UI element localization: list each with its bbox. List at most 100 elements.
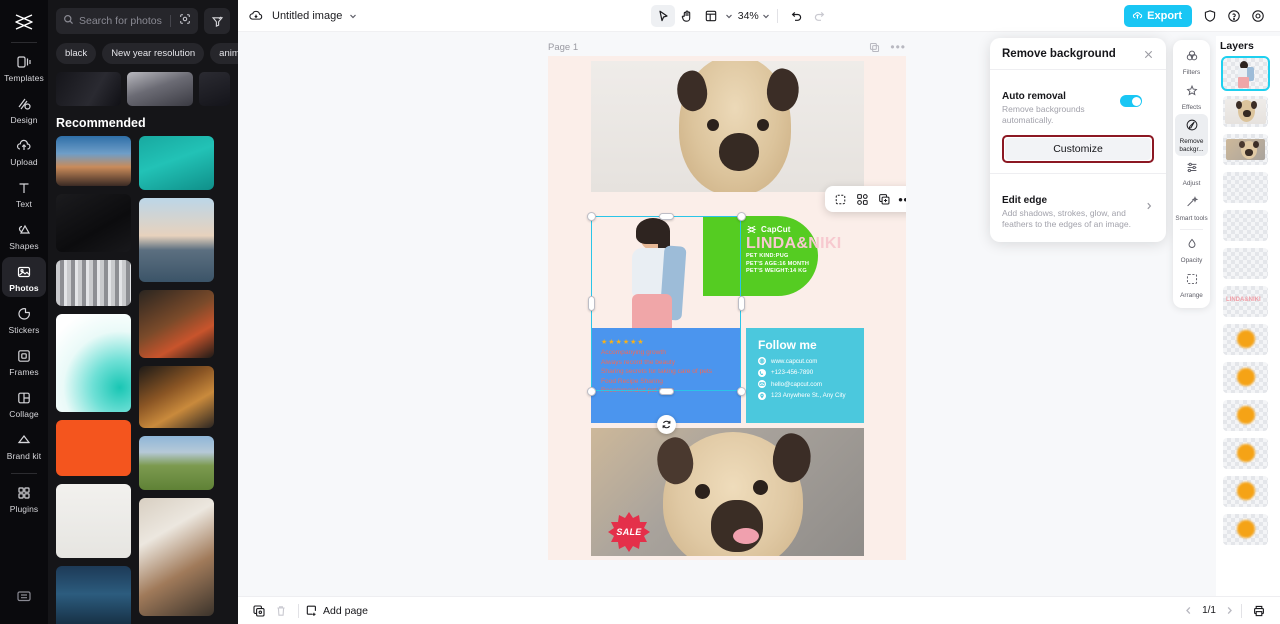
- print-button[interactable]: [1248, 601, 1270, 621]
- layer-thumb-sun-2[interactable]: [1223, 362, 1268, 393]
- sidebar-item-templates[interactable]: Templates: [2, 47, 46, 87]
- add-page-button[interactable]: Add page: [305, 604, 368, 617]
- artwork-blue-block[interactable]: ★★★★★★ Accompanying growth Always record…: [591, 328, 741, 423]
- sidebar-item-collage[interactable]: Collage: [2, 383, 46, 423]
- layer-thumb-sun-6[interactable]: [1223, 514, 1268, 545]
- duplicate-page-button[interactable]: [248, 601, 270, 621]
- prev-page-button[interactable]: [1183, 605, 1194, 616]
- sidebar-item-brand-kit[interactable]: Brand kit: [2, 425, 46, 465]
- more-horizontal-icon[interactable]: •••: [890, 41, 906, 53]
- photo-thumb-fried-chicken[interactable]: [139, 366, 214, 428]
- next-page-button[interactable]: [1224, 605, 1235, 616]
- photo-thumb-city-sunset[interactable]: [56, 136, 131, 186]
- layer-thumb-sun-3[interactable]: [1223, 400, 1268, 431]
- cloud-sync-icon[interactable]: [248, 8, 264, 24]
- filter-icon[interactable]: [204, 8, 230, 34]
- photo-thumb-metal-cans[interactable]: [56, 260, 131, 306]
- strip-thumb[interactable]: [56, 72, 122, 106]
- photo-thumb-coast-night[interactable]: [56, 566, 131, 624]
- export-button[interactable]: Export: [1124, 4, 1192, 27]
- photo-thumb-skyline[interactable]: [139, 198, 214, 282]
- element-float-toolbar[interactable]: •••: [825, 186, 906, 212]
- zoom-chevron-down-icon[interactable]: [761, 11, 771, 21]
- tool-effects[interactable]: Effects: [1175, 80, 1208, 115]
- photo-thumb-dark-texture[interactable]: [56, 194, 131, 252]
- layout-tool[interactable]: [699, 5, 723, 27]
- sidebar-item-plugins[interactable]: Plugins: [2, 478, 46, 518]
- help-icon[interactable]: [1222, 5, 1246, 27]
- resize-handle-top-left[interactable]: [586, 211, 596, 221]
- photo-thumb-landscape[interactable]: [139, 436, 214, 490]
- design-page[interactable]: CapCut LINDA&NIKI PET KIND:PUG PET'S AGE…: [548, 56, 906, 560]
- layer-thumb-pug-1[interactable]: [1223, 96, 1268, 127]
- photo-thumb-meat-dish[interactable]: [139, 498, 214, 616]
- layer-thumb-text-linda[interactable]: LINDA&NIKI: [1223, 286, 1268, 317]
- strip-thumb[interactable]: [198, 72, 230, 106]
- resize-handle-right-center[interactable]: [737, 296, 745, 311]
- sidebar-item-text[interactable]: Text: [2, 173, 46, 213]
- photo-thumb-white-texture[interactable]: [56, 484, 131, 558]
- tool-opacity[interactable]: Opacity: [1175, 233, 1208, 268]
- select-tool[interactable]: [650, 4, 675, 27]
- tool-arrange[interactable]: Arrange: [1175, 268, 1208, 303]
- auto-removal-title: Auto removal: [1002, 91, 1066, 102]
- auto-removal-toggle[interactable]: [1120, 95, 1142, 107]
- sidebar-item-photos[interactable]: Photos: [2, 257, 46, 297]
- customize-button[interactable]: Customize: [1005, 138, 1151, 160]
- undo-button[interactable]: [784, 5, 808, 27]
- photo-thumb-teal-abstract[interactable]: [56, 314, 131, 412]
- keyboard-shortcuts-icon[interactable]: [15, 587, 33, 610]
- visual-search-icon[interactable]: [179, 12, 191, 30]
- settings-icon[interactable]: [1246, 5, 1270, 27]
- redo-button[interactable]: [808, 5, 832, 27]
- layout-chevron-down-icon[interactable]: [724, 11, 734, 21]
- duplicate-icon[interactable]: [874, 189, 894, 209]
- more-horizontal-icon[interactable]: •••: [896, 189, 906, 209]
- search-input[interactable]: Search for photos: [56, 8, 198, 34]
- document-title[interactable]: Untitled image: [272, 10, 342, 22]
- photo-thumb-orange[interactable]: [56, 420, 131, 476]
- delete-page-button[interactable]: [270, 601, 292, 621]
- duplicate-page-icon[interactable]: [869, 42, 880, 53]
- artwork-contact-website: www.capcut.com: [758, 357, 864, 365]
- sidebar-item-shapes[interactable]: Shapes: [2, 215, 46, 255]
- chip-anim[interactable]: anim: [210, 43, 238, 64]
- tool-adjust[interactable]: Adjust: [1175, 156, 1208, 191]
- tool-remove-background[interactable]: Remove backgr...: [1175, 114, 1208, 156]
- close-icon[interactable]: [1143, 49, 1154, 60]
- zoom-level[interactable]: 34%: [738, 10, 759, 22]
- artwork-green-banner[interactable]: CapCut LINDA&NIKI PET KIND:PUG PET'S AGE…: [703, 216, 841, 296]
- chip-black[interactable]: black: [56, 43, 97, 64]
- artwork-cyan-block[interactable]: Follow me www.capcut.com +123-456-7890 h…: [746, 328, 864, 423]
- sidebar-item-stickers[interactable]: Stickers: [2, 299, 46, 339]
- tool-filters[interactable]: Filters: [1175, 45, 1208, 80]
- layer-thumb-sun-5[interactable]: [1223, 476, 1268, 507]
- crop-icon[interactable]: [830, 189, 850, 209]
- artwork-pug-photo-top[interactable]: [591, 61, 864, 192]
- edit-edge-row[interactable]: Edit edge Add shadows, strokes, glow, an…: [1002, 185, 1154, 230]
- layer-thumb-sun-1[interactable]: [1223, 324, 1268, 355]
- layer-thumb-pug-2[interactable]: [1223, 134, 1268, 165]
- artwork-sale-badge[interactable]: SALE: [607, 512, 651, 552]
- photo-thumb-ramen[interactable]: [139, 290, 214, 358]
- resize-handle-left-center[interactable]: [587, 296, 595, 311]
- strip-thumb[interactable]: [127, 72, 193, 106]
- layer-thumb-empty-1[interactable]: [1223, 172, 1268, 203]
- sidebar-item-design[interactable]: Design: [2, 89, 46, 129]
- capcut-logo-icon[interactable]: [8, 8, 40, 36]
- tool-smart-tools[interactable]: Smart tools: [1175, 191, 1208, 226]
- bottom-divider-2: [1241, 603, 1242, 618]
- shield-icon[interactable]: [1198, 5, 1222, 27]
- layer-thumb-sun-4[interactable]: [1223, 438, 1268, 469]
- photo-thumb-boat-sea[interactable]: [139, 136, 214, 190]
- sidebar-item-frames[interactable]: Frames: [2, 341, 46, 381]
- artwork-pug-photo-bottom[interactable]: SALE: [591, 428, 864, 556]
- layer-thumb-woman[interactable]: [1221, 56, 1270, 91]
- layer-thumb-empty-3[interactable]: [1223, 248, 1268, 279]
- chevron-down-icon[interactable]: [348, 11, 358, 21]
- hand-tool[interactable]: [675, 5, 699, 27]
- cutout-icon[interactable]: [852, 189, 872, 209]
- layer-thumb-empty-2[interactable]: [1223, 210, 1268, 241]
- sidebar-item-upload[interactable]: Upload: [2, 131, 46, 171]
- chip-new-year-resolution[interactable]: New year resolution: [102, 43, 205, 64]
